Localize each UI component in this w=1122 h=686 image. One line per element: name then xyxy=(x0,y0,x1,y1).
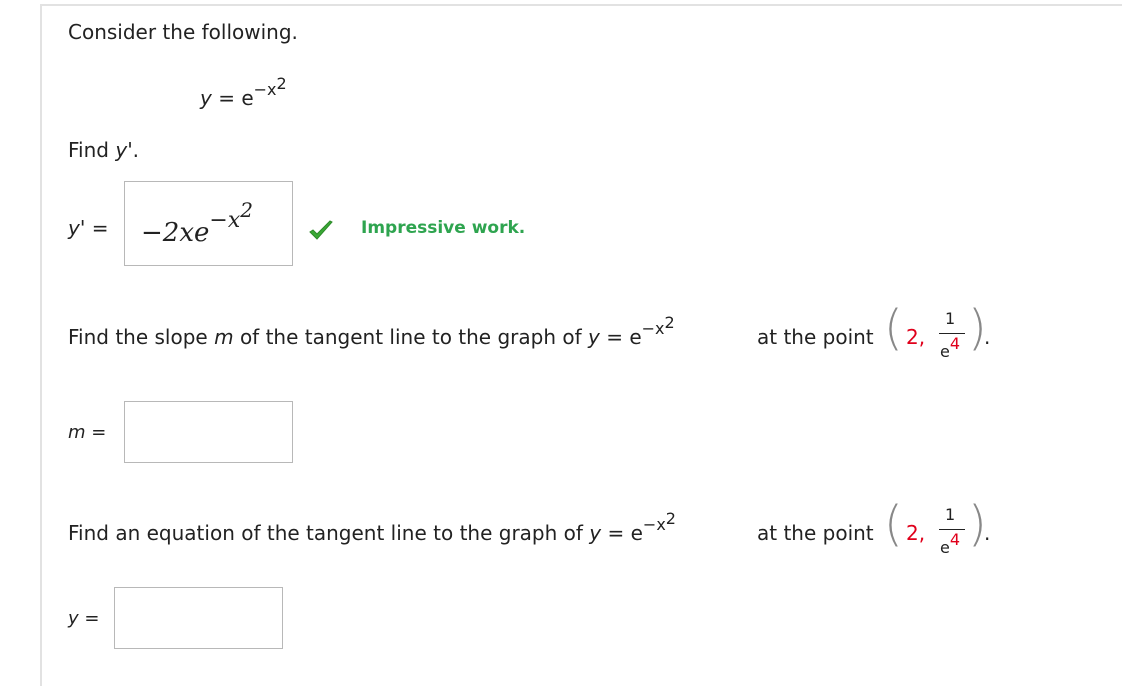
part3-at-the-point: at the point xyxy=(757,521,874,545)
part1-prompt-prefix: Find xyxy=(68,138,109,162)
derivative-answer-value: −2xe−x2 xyxy=(141,198,253,248)
part3-left-paren: ( xyxy=(884,496,903,552)
part1-prompt-suffix: '. xyxy=(127,138,140,162)
part2-left-paren: ( xyxy=(884,300,903,356)
problem-heading: Consider the following. xyxy=(68,20,298,44)
function-display: y = e−x2 xyxy=(200,74,287,110)
slope-answer-field[interactable] xyxy=(124,401,293,463)
part3-point-num: 1 xyxy=(945,505,956,524)
part3-prompt: Find an equation of the tangent line to … xyxy=(68,509,676,545)
part2-prompt-var: m xyxy=(214,325,234,349)
panel-left-border xyxy=(40,4,42,686)
part3-point-x: 2, xyxy=(906,521,926,545)
part2-at-the-point: at the point xyxy=(757,325,874,349)
part3-point-den: e4 xyxy=(940,530,961,557)
function-base: e xyxy=(241,86,254,110)
slope-answer-label: m = xyxy=(68,422,107,443)
part2-point-x: 2, xyxy=(906,325,926,349)
function-lhs: y xyxy=(200,86,212,110)
part2-prompt: Find the slope m of the tangent line to … xyxy=(68,313,675,349)
function-exponent: −x2 xyxy=(253,74,287,99)
part2-period: . xyxy=(984,325,991,349)
part2-point-num: 1 xyxy=(945,309,956,328)
tangent-line-answer-field[interactable] xyxy=(114,587,283,649)
tangent-line-answer-label: y = xyxy=(68,608,100,629)
part1-prompt: Find y'. xyxy=(68,138,139,162)
check-icon xyxy=(308,219,334,243)
part2-point-den: e4 xyxy=(940,334,961,361)
part1-answer-label: y' = xyxy=(68,216,109,240)
panel-top-border xyxy=(42,4,1122,6)
derivative-answer-field[interactable]: −2xe−x2 xyxy=(124,181,293,266)
function-eq: = xyxy=(218,86,235,110)
part3-period: . xyxy=(984,521,991,545)
feedback-message: Impressive work. xyxy=(361,218,526,238)
part1-prompt-var: y xyxy=(115,138,128,162)
